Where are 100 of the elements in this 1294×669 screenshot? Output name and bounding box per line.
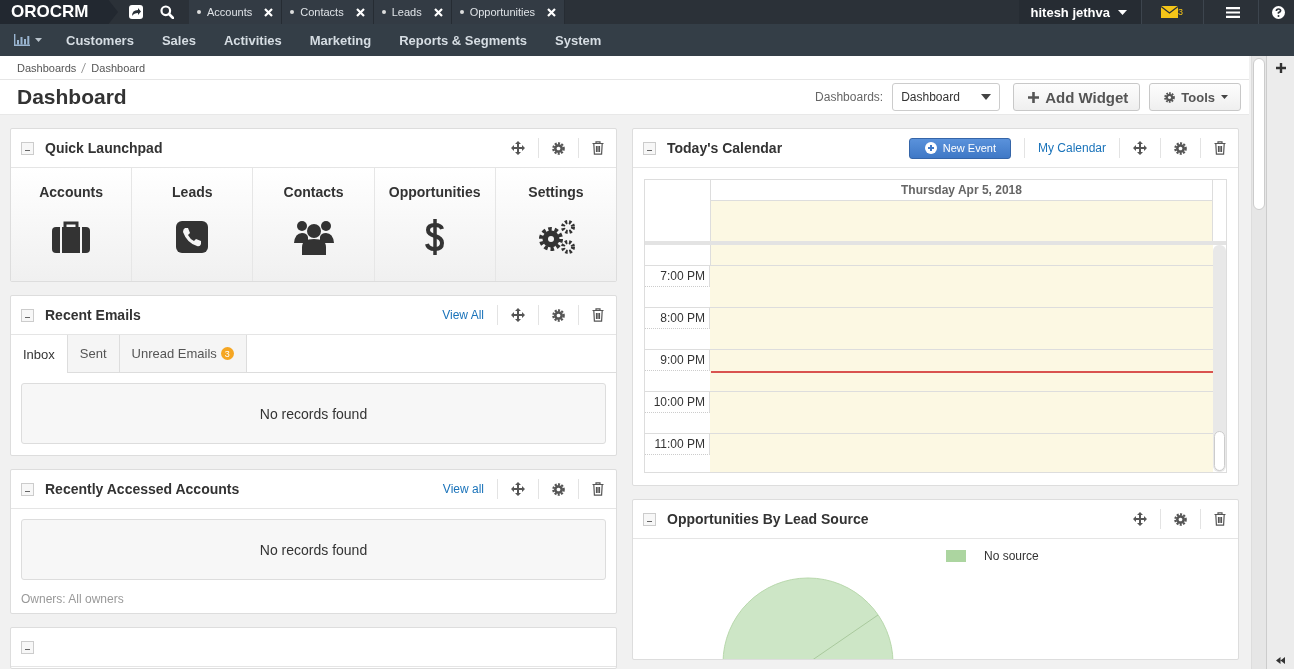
move-icon[interactable] [511,308,525,322]
move-icon[interactable] [1133,141,1147,155]
close-icon[interactable] [355,7,365,17]
nav-menu-item[interactable]: Customers [66,32,134,48]
tile-label: Leads [172,184,213,200]
dashboard-select[interactable]: Dashboard [892,83,1001,112]
settings-icon[interactable] [1174,141,1187,155]
hour-label: 11:00 PM [654,437,705,453]
caret-icon [981,94,992,101]
scrollbar[interactable] [1213,245,1226,472]
tile-label: Settings [528,184,584,200]
view-link[interactable]: View all [442,482,484,496]
view-link[interactable]: My Calendar [1037,141,1106,155]
pinned-tab[interactable]: Leads [373,0,452,24]
collapse-arrows-icon[interactable] [1276,657,1285,664]
nav-menu-item[interactable]: Activities [223,32,282,48]
mail-button[interactable]: 3 [1142,6,1203,18]
plus-icon[interactable] [1275,63,1286,73]
count-badge: 3 [220,347,234,360]
close-icon[interactable] [433,7,443,17]
hour-label: 9:00 PM [660,353,705,369]
plus-circle-icon [924,142,937,154]
app-logo[interactable]: OROCRM [0,0,118,24]
email-tab[interactable]: Unread Emails 3 [119,335,247,372]
dollar-icon [423,218,446,256]
add-widget-button[interactable]: Add Widget [1013,83,1141,112]
settings-icon[interactable] [1174,512,1187,526]
collapse-button[interactable] [643,512,656,526]
hour-label: 7:00 PM [660,269,705,285]
trash-icon[interactable] [592,482,604,496]
nav-menu-item[interactable]: Reports & Segments [399,32,527,48]
mail-count: 3 [1178,7,1183,17]
plus-icon [1028,91,1040,103]
trash-icon[interactable] [592,141,604,155]
move-icon[interactable] [511,482,525,496]
tools-button[interactable]: Tools [1149,83,1242,112]
pinned-tab[interactable]: Opportunities [451,0,566,24]
tile-label: Accounts [39,184,103,200]
bar-chart-icon [14,34,30,46]
time-slot[interactable] [710,350,1213,391]
widget-title: Quick Launchpad [45,140,163,156]
breadcrumb-link[interactable]: Dashboard [91,61,146,74]
users-icon [293,219,334,255]
widget-title: Opportunities By Lead Source [667,511,869,527]
new-event-button[interactable]: New Event [908,137,1011,159]
pinned-tab[interactable]: Contacts [282,0,374,24]
move-icon[interactable] [511,141,525,155]
close-icon[interactable] [547,7,557,17]
email-tab[interactable]: Sent [67,335,120,372]
caret-icon [35,38,42,42]
envelope-icon [1161,6,1178,18]
collapse-button[interactable] [21,308,34,322]
launchpad-tile[interactable]: Contacts [253,168,375,281]
launchpad-tile[interactable]: Opportunities [374,168,496,281]
email-tab[interactable]: Inbox [11,335,68,373]
settings-icon[interactable] [552,308,565,322]
settings-icon[interactable] [552,482,565,496]
caret-icon [1118,9,1127,15]
launchpad-tile[interactable]: Accounts [11,168,133,281]
tile-label: Opportunities [388,184,481,200]
menu-icon[interactable] [1226,6,1240,18]
widget-title: Today's Calendar [667,140,783,156]
phone-icon [176,221,209,253]
widget-title: Recently Accessed Accounts [45,481,240,497]
owners-filter-text: Owners: All owners [20,591,125,608]
launchpad-tile[interactable]: Leads [132,168,254,281]
collapse-button[interactable] [21,482,34,496]
pinned-tab[interactable]: Accounts [189,0,283,24]
trash-icon[interactable] [592,308,604,322]
empty-message: No records found [21,383,606,444]
legend-label: No source [984,549,1039,563]
nav-menu-item[interactable]: System [555,32,602,48]
search-icon[interactable] [160,5,174,19]
view-link[interactable]: View All [442,308,484,322]
briefcase-icon [52,221,91,253]
nav-menu-item[interactable]: Marketing [309,32,372,48]
user-menu[interactable]: hitesh jethva [1018,0,1141,24]
hour-label: 10:00 PM [653,395,705,411]
breadcrumb-link[interactable]: Dashboards [17,61,77,74]
trash-icon[interactable] [1214,141,1226,155]
close-icon[interactable] [264,7,274,17]
collapse-button[interactable] [21,141,34,155]
select-label: Dashboards: [815,90,884,105]
page-title: Dashboard [17,85,127,110]
settings-icon [1164,91,1176,103]
dashboard-menu-button[interactable] [14,34,42,46]
hour-label: 8:00 PM [660,311,705,327]
breadcrumb-separator [81,62,87,73]
trash-icon[interactable] [1214,512,1226,526]
share-icon[interactable] [129,5,143,19]
widget-title: Recent Emails [45,307,141,323]
collapse-button[interactable] [21,640,34,654]
help-icon[interactable] [1272,5,1285,19]
move-icon[interactable] [1133,512,1147,526]
collapse-button[interactable] [643,141,656,155]
empty-message: No records found [21,519,606,580]
nav-menu-item[interactable]: Sales [161,32,196,48]
tile-label: Contacts [283,184,344,200]
settings-icon[interactable] [552,141,565,155]
scrollbar[interactable] [1251,56,1266,669]
